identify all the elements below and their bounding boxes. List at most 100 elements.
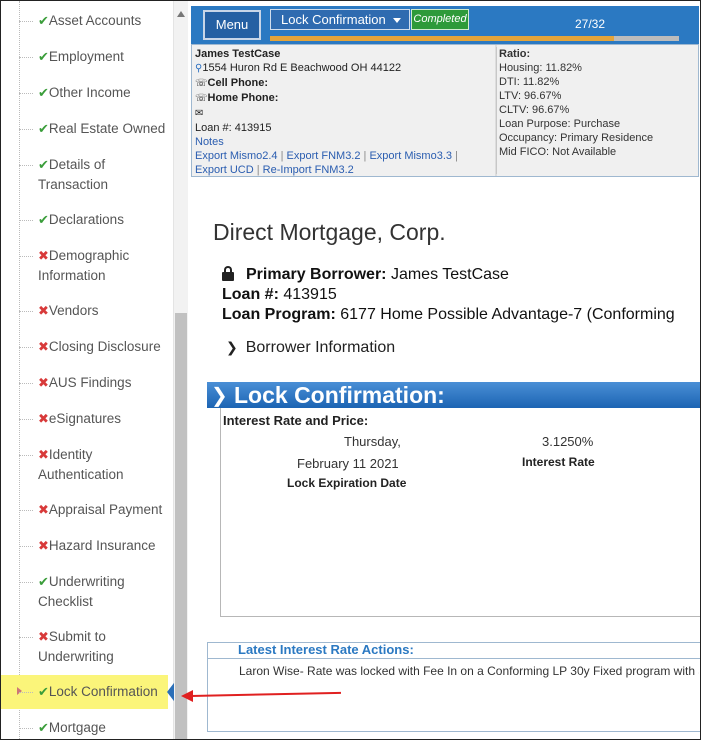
rate-actions-text: Laron Wise- Rate was locked with Fee In … bbox=[239, 664, 699, 678]
tree-connector bbox=[19, 347, 33, 348]
error-x-icon: ✖ bbox=[38, 376, 49, 391]
error-x-icon: ✖ bbox=[38, 340, 49, 355]
sidebar-item-entry: ✔Mortgage bbox=[38, 718, 168, 738]
active-caret-icon bbox=[17, 687, 22, 695]
tree-line bbox=[19, 1, 20, 739]
link-separator: | bbox=[455, 150, 458, 162]
page-select-value: Lock Confirmation bbox=[281, 12, 386, 27]
loan-program-value: 6177 Home Possible Advantage-7 (Conformi… bbox=[340, 306, 675, 323]
progress-fill bbox=[270, 36, 614, 41]
sidebar-item-entry: ✖AUS Findings bbox=[38, 373, 168, 393]
error-x-icon: ✖ bbox=[38, 539, 49, 554]
sidebar-item-label: Closing Disclosure bbox=[48, 339, 161, 354]
sidebar-item-entry: ✔Other Income bbox=[38, 83, 168, 103]
error-x-icon: ✖ bbox=[38, 630, 49, 645]
check-icon: ✔ bbox=[38, 685, 49, 700]
sidebar-item-label: Underwriting Checklist bbox=[38, 574, 125, 609]
borrower-address: 1554 Huron Rd E Beachwood OH 44122 bbox=[202, 62, 402, 74]
loan-info-panel: James TestCase ⚲1554 Huron Rd E Beachwoo… bbox=[191, 44, 699, 177]
loan-program-label: Loan Program: bbox=[222, 306, 336, 323]
company-name: Direct Mortgage, Corp. bbox=[213, 219, 446, 245]
tree-connector bbox=[19, 21, 33, 22]
sidebar-item-entry: ✖Submit to Underwriting bbox=[38, 627, 168, 666]
loan-number-line: Loan #: 413915 bbox=[195, 122, 272, 134]
error-x-icon: ✖ bbox=[38, 304, 49, 319]
sidebar-item-label: Demographic Information bbox=[38, 248, 130, 283]
scroll-up-icon[interactable] bbox=[177, 11, 185, 17]
interest-rate-value: 3.1250% bbox=[542, 434, 594, 449]
lock-date: February 11 2021 bbox=[297, 456, 399, 471]
sidebar-item-entry: ✔Underwriting Checklist bbox=[38, 572, 168, 611]
annotation-arrow-head bbox=[181, 690, 193, 702]
ratio-ltv: LTV: 96.67% bbox=[499, 90, 562, 102]
export-mismo33-link[interactable]: Export Mismo3.3 bbox=[369, 150, 452, 162]
tree-connector bbox=[19, 256, 33, 257]
tree-connector bbox=[19, 93, 33, 94]
sidebar-item-label: Submit to Underwriting bbox=[38, 629, 114, 664]
tree-connector bbox=[19, 510, 33, 511]
page-select[interactable]: Lock Confirmation bbox=[270, 9, 410, 30]
occupancy: Occupancy: Primary Residence bbox=[499, 132, 654, 144]
error-x-icon: ✖ bbox=[38, 249, 49, 264]
export-fnm32-link[interactable]: Export FNM3.2 bbox=[287, 150, 361, 162]
lock-details-box bbox=[220, 408, 700, 617]
primary-borrower-value: James TestCase bbox=[390, 266, 509, 283]
sidebar-item-entry: ✔Asset Accounts bbox=[38, 11, 168, 31]
tree-connector bbox=[19, 57, 33, 58]
notes-link[interactable]: Notes bbox=[195, 135, 491, 149]
tree-connector bbox=[19, 129, 33, 130]
mid-fico: Mid FICO: Not Available bbox=[499, 146, 617, 158]
sidebar-item-entry: ✔Employment bbox=[38, 47, 168, 67]
interest-rate-heading: Interest Rate and Price: bbox=[223, 413, 369, 428]
borrower-info-label: Borrower Information bbox=[245, 339, 396, 356]
borrower-info-toggle[interactable]: ❯ Borrower Information bbox=[226, 339, 395, 357]
rate-actions-divider bbox=[208, 658, 700, 659]
phone-icon: ☏ bbox=[195, 78, 208, 89]
cell-phone-label: Cell Phone: bbox=[207, 77, 269, 89]
sidebar-item-entry: ✖Appraisal Payment bbox=[38, 500, 168, 520]
sidebar-item-entry: ✔Lock Confirmation bbox=[38, 682, 168, 702]
tree-connector bbox=[19, 165, 33, 166]
chevron-right-icon: ❯ bbox=[211, 383, 228, 407]
sidebar-item-entry: ✖Hazard Insurance bbox=[38, 536, 168, 556]
error-x-icon: ✖ bbox=[38, 448, 49, 463]
sidebar-item-label: Mortgage bbox=[48, 720, 106, 735]
home-phone-label: Home Phone: bbox=[207, 92, 279, 104]
sidebar-item-entry: ✖Demographic Information bbox=[38, 246, 168, 285]
lock-expiration-label: Lock Expiration Date bbox=[287, 476, 407, 490]
sidebar-item-entry: ✖Vendors bbox=[38, 301, 168, 321]
sidebar-item-entry: ✖eSignatures bbox=[38, 409, 168, 429]
borrower-name: James TestCase bbox=[195, 48, 281, 60]
tree-connector bbox=[19, 546, 33, 547]
lock-date-day: Thursday, bbox=[344, 434, 401, 449]
export-ucd-link[interactable]: Export UCD bbox=[195, 164, 254, 176]
sidebar-item-label: Other Income bbox=[48, 85, 131, 100]
sidebar-item-entry: ✔Declarations bbox=[38, 210, 168, 230]
tree-connector bbox=[19, 220, 33, 221]
sidebar-item-entry: ✖Identity Authentication bbox=[38, 445, 168, 484]
interest-rate-label: Interest Rate bbox=[522, 455, 595, 469]
sidebar-nav: ✔Asset Accounts ✔Employment ✔Other Income ✔… bbox=[1, 1, 174, 739]
loan-header: Primary Borrower: James TestCase Loan #:… bbox=[222, 265, 675, 325]
ratio-dti: DTI: 11.82% bbox=[499, 76, 560, 88]
primary-borrower-label: Primary Borrower: bbox=[246, 266, 387, 283]
lock-icon bbox=[222, 266, 234, 281]
tree-connector bbox=[19, 383, 33, 384]
sidebar-item-label: Details of Transaction bbox=[38, 157, 109, 192]
top-bar: Menu Lock Confirmation Completed 27/32 bbox=[191, 6, 699, 44]
error-x-icon: ✖ bbox=[38, 503, 49, 518]
loan-number-value: 413915 bbox=[283, 286, 337, 303]
app-frame: ✔Asset Accounts ✔Employment ✔Other Income ✔… bbox=[0, 0, 701, 740]
sidebar-scroll-thumb[interactable] bbox=[175, 313, 187, 739]
sidebar-item-label: Employment bbox=[48, 49, 124, 64]
check-icon: ✔ bbox=[38, 575, 49, 590]
chevron-right-icon: ❯ bbox=[226, 340, 238, 356]
check-icon: ✔ bbox=[38, 122, 49, 137]
tree-connector bbox=[19, 582, 33, 583]
menu-button[interactable]: Menu bbox=[203, 10, 261, 40]
reimport-fnm32-link[interactable]: Re-Import FNM3.2 bbox=[263, 164, 354, 176]
export-mismo24-link[interactable]: Export Mismo2.4 bbox=[195, 150, 278, 162]
tree-connector bbox=[19, 728, 33, 729]
error-x-icon: ✖ bbox=[38, 412, 49, 427]
sidebar-item-label: Vendors bbox=[48, 303, 99, 318]
